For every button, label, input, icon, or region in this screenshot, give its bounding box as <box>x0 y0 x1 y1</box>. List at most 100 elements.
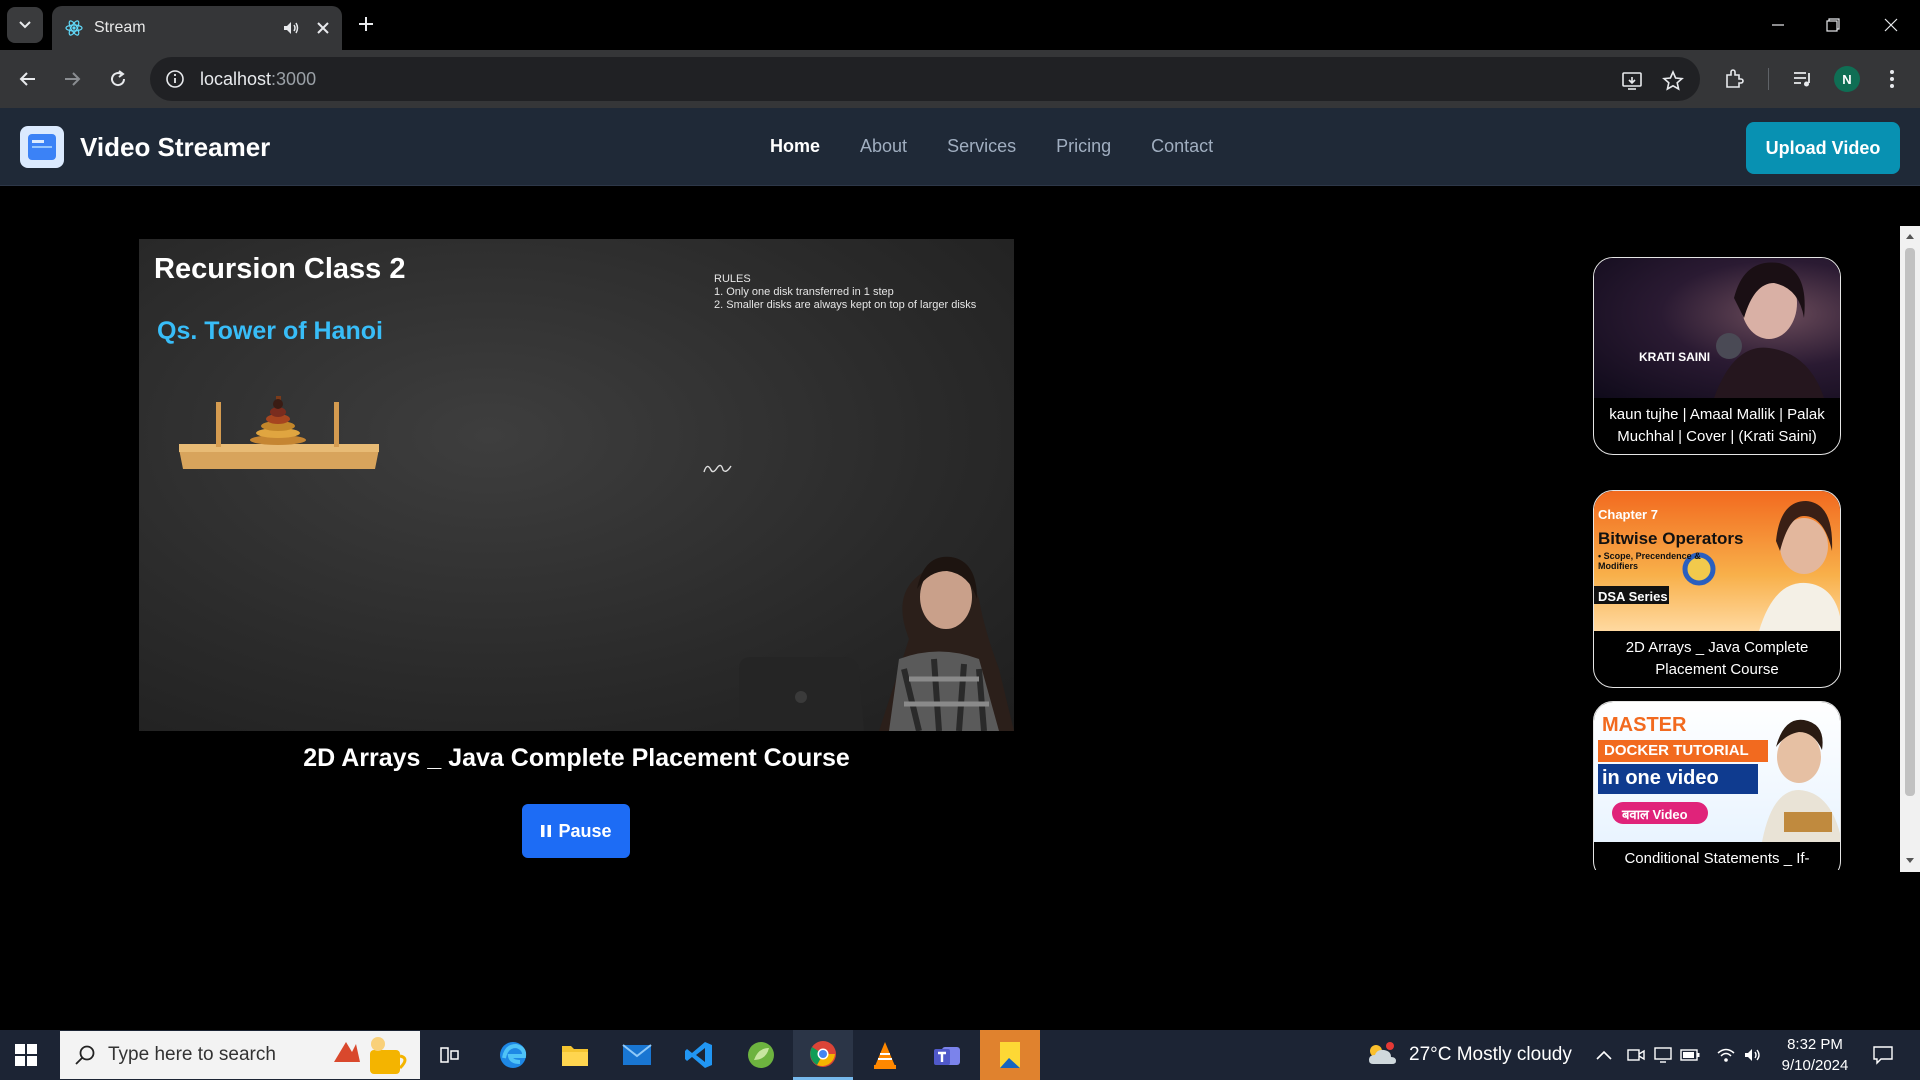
clock-date: 9/10/2024 <box>1781 1057 1849 1074</box>
edge-browser-icon[interactable] <box>483 1030 543 1080</box>
vscode-icon[interactable] <box>669 1030 729 1080</box>
clock-time: 8:32 PM <box>1787 1036 1843 1053</box>
video-thumbnail: Chapter 7 Bitwise Operators • Scope, Pre… <box>1594 491 1840 631</box>
nav-services[interactable]: Services <box>947 136 1016 157</box>
pause-label: Pause <box>558 820 612 841</box>
chevron-down-icon <box>19 21 31 29</box>
thumb-chapter: Chapter 7 <box>1598 507 1658 522</box>
thumb-tag: बवाल Video <box>1622 807 1688 822</box>
media-control-icon[interactable] <box>1790 67 1814 91</box>
scrollbar-thumb[interactable] <box>1905 248 1915 796</box>
more-menu-icon[interactable] <box>1880 67 1904 91</box>
thumb-series: DSA Series <box>1598 589 1668 604</box>
page-scrollbar[interactable] <box>1900 226 1920 872</box>
pinned-app-icon[interactable] <box>980 1030 1040 1080</box>
site-info-icon[interactable] <box>164 68 186 90</box>
video-overlay-subtitle: Qs. Tower of Hanoi <box>157 317 383 345</box>
playlist-card[interactable]: Chapter 7 Bitwise Operators • Scope, Pre… <box>1593 490 1841 688</box>
back-button[interactable] <box>14 65 42 93</box>
nav-pricing[interactable]: Pricing <box>1056 136 1111 157</box>
browser-toolbar: localhost:3000 N <box>0 50 1920 108</box>
rule-1: 1. Only one disk transferred in 1 step <box>714 286 894 298</box>
profile-avatar[interactable]: N <box>1834 66 1860 92</box>
speaker-icon[interactable] <box>282 19 300 37</box>
bookmark-star-icon[interactable] <box>1661 69 1685 93</box>
thumb-heading: MASTER <box>1602 714 1687 736</box>
playlist-card[interactable]: KRATI SAINI kaun tujhe | Amaal Mallik | … <box>1593 257 1841 455</box>
app-logo[interactable] <box>20 126 64 168</box>
pause-button[interactable]: Pause <box>522 804 630 858</box>
taskbar: Type here to search 27°C Mostly cloudy 8… <box>0 1030 1920 1080</box>
playlist-card-title: kaun tujhe | Amaal Mallik | Palak Muchha… <box>1609 406 1825 445</box>
arrow-right-icon <box>65 72 81 86</box>
camera-icon[interactable] <box>1626 1045 1646 1065</box>
system-clock[interactable]: 8:32 PM 9/10/2024 <box>1760 1034 1870 1076</box>
nav-home[interactable]: Home <box>770 136 820 157</box>
scroll-up-arrow[interactable] <box>1906 234 1914 239</box>
minimize-icon <box>1772 24 1784 26</box>
reload-icon <box>111 70 126 87</box>
new-tab-button[interactable] <box>354 12 378 36</box>
toolbar-separator <box>1768 68 1769 90</box>
video-overlay-title: Recursion Class 2 <box>154 253 406 285</box>
cloudy-weather-icon <box>1369 1042 1396 1064</box>
install-app-icon[interactable] <box>1620 69 1644 93</box>
playlist-card-title: 2D Arrays _ Java Complete Placement Cour… <box>1625 639 1809 678</box>
mail-icon[interactable] <box>607 1030 667 1080</box>
video-thumbnail: MASTER DOCKER TUTORIAL in one video बवाल… <box>1594 702 1840 842</box>
react-icon <box>65 20 83 36</box>
video-title: 2D Arrays _ Java Complete Placement Cour… <box>303 744 850 772</box>
extensions-icon[interactable] <box>1722 67 1746 91</box>
brand-name[interactable]: Video Streamer <box>80 132 270 163</box>
restore-button[interactable] <box>1818 10 1848 40</box>
forward-button[interactable] <box>58 65 86 93</box>
url-host: localhost <box>200 68 272 89</box>
thumb-heading: Bitwise Operators <box>1598 529 1744 548</box>
close-icon <box>1884 18 1898 32</box>
search-highlight-icon <box>334 1037 407 1074</box>
restore-icon <box>1826 18 1840 32</box>
app-header: Video Streamer Home About Services Prici… <box>0 108 1920 186</box>
arrow-left-icon <box>19 72 35 86</box>
search-placeholder: Type here to search <box>108 1044 276 1065</box>
taskbar-search[interactable]: Type here to search <box>60 1031 420 1079</box>
notifications-icon[interactable] <box>1870 1043 1896 1067</box>
tab-search-button[interactable] <box>7 7 43 43</box>
video-player[interactable]: Recursion Class 2 Qs. Tower of Hanoi RUL… <box>139 239 1014 731</box>
playlist-card[interactable]: MASTER DOCKER TUTORIAL in one video बवाल… <box>1593 701 1841 870</box>
rules-box: RULES 1. Only one disk transferred in 1 … <box>714 273 976 312</box>
thumb-heading-3: in one video <box>1602 767 1719 789</box>
weather-widget[interactable]: 27°C Mostly cloudy <box>1365 1042 1572 1068</box>
close-tab-icon[interactable] <box>316 21 330 35</box>
url-port: :3000 <box>271 68 317 89</box>
video-thumbnail: KRATI SAINI <box>1594 258 1840 398</box>
thumb-heading-2: DOCKER TUTORIAL <box>1604 742 1749 759</box>
reload-button[interactable] <box>104 65 132 93</box>
weather-text: 27°C Mostly cloudy <box>1409 1044 1572 1065</box>
thumb-bullet: • Scope, Precendence & Modifiers <box>1598 551 1701 571</box>
upload-video-button[interactable]: Upload Video <box>1746 122 1900 174</box>
spring-tool-icon[interactable] <box>731 1030 791 1080</box>
minimize-button[interactable] <box>1763 10 1793 40</box>
address-bar[interactable]: localhost:3000 <box>150 57 1700 101</box>
close-window-button[interactable] <box>1876 10 1906 40</box>
chevron-up-icon[interactable] <box>1594 1045 1614 1065</box>
presenter-figure <box>739 556 1014 731</box>
wifi-icon[interactable] <box>1716 1045 1736 1065</box>
search-icon <box>75 1045 95 1065</box>
display-icon[interactable] <box>1653 1045 1673 1065</box>
scroll-down-arrow[interactable] <box>1906 858 1914 863</box>
battery-icon[interactable] <box>1680 1045 1700 1065</box>
windows-start-icon[interactable] <box>14 1043 38 1067</box>
browser-tabstrip: Stream <box>0 0 1920 50</box>
file-explorer-icon[interactable] <box>545 1030 605 1080</box>
chrome-icon[interactable] <box>793 1030 853 1080</box>
nav-contact[interactable]: Contact <box>1151 136 1213 157</box>
vlc-icon[interactable] <box>855 1030 915 1080</box>
task-view-icon[interactable] <box>420 1030 480 1080</box>
thumb-caption: KRATI SAINI <box>1639 350 1711 364</box>
video-playlist: KRATI SAINI kaun tujhe | Amaal Mallik | … <box>1590 256 1842 870</box>
browser-tab[interactable]: Stream <box>52 6 342 50</box>
nav-about[interactable]: About <box>860 136 907 157</box>
teams-icon[interactable] <box>917 1030 977 1080</box>
